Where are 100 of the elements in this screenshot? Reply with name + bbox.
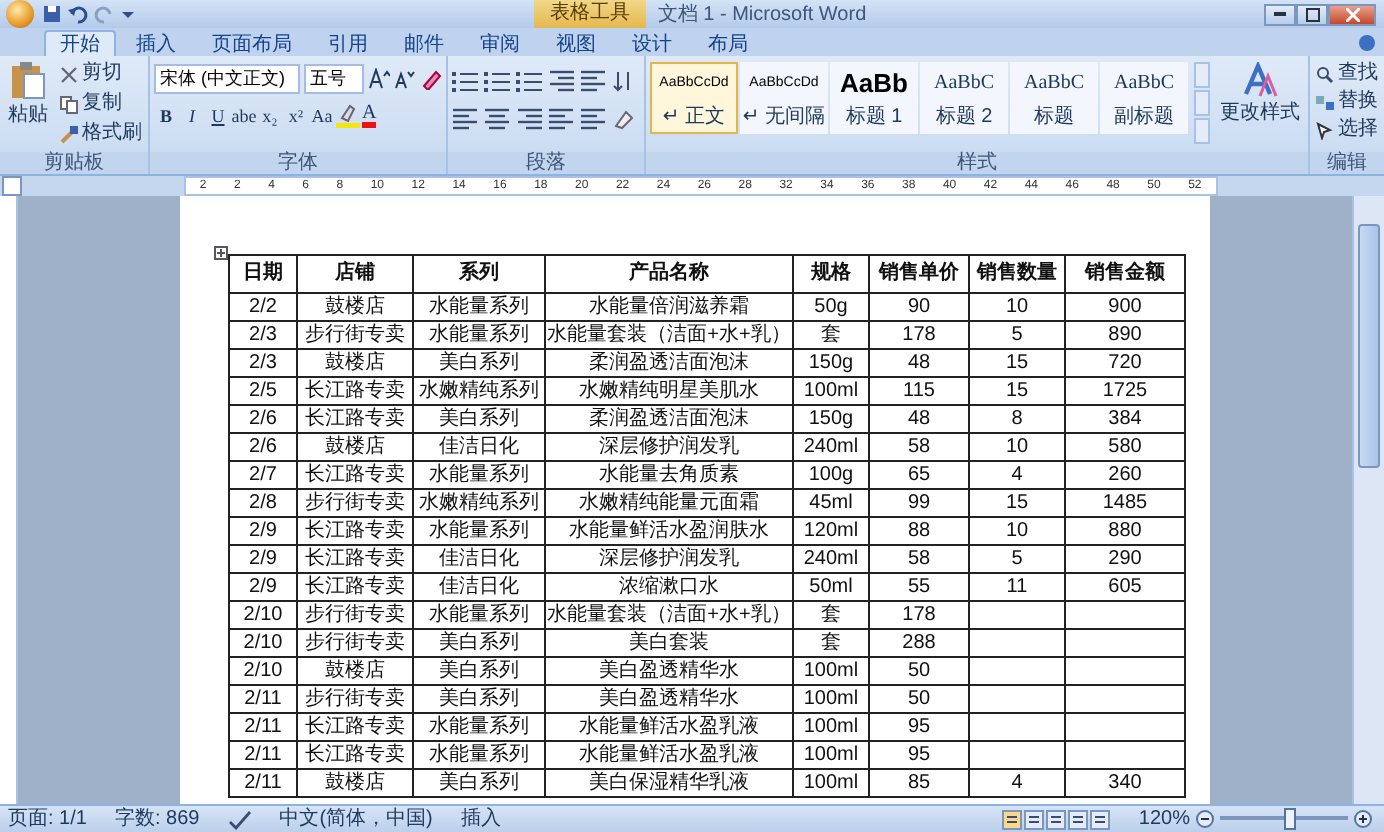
style-gallery-item[interactable]: AaBbC 标题 <box>1010 62 1098 134</box>
ruler-toggle[interactable] <box>2 176 22 196</box>
vertical-scrollbar[interactable] <box>1352 196 1384 804</box>
move-handle-icon[interactable] <box>214 246 228 260</box>
table-cell: 长江路专卖 <box>297 461 413 489</box>
search-icon <box>1316 65 1334 83</box>
ribbon-tab[interactable]: 页面布局 <box>196 30 308 56</box>
table-cell: 340 <box>1065 769 1185 797</box>
format-button[interactable]: x₂ <box>258 102 282 128</box>
language-indicator[interactable]: 中文(简体，中国) <box>279 807 433 831</box>
table-cell: 100ml <box>793 769 869 797</box>
table-cell: 鼓楼店 <box>297 657 413 685</box>
table-cell: 1725 <box>1065 377 1185 405</box>
table-cell: 美白盈透精华水 <box>545 657 793 685</box>
ribbon-tab[interactable]: 审阅 <box>464 30 536 56</box>
word-count[interactable]: 字数: 869 <box>114 807 200 831</box>
table-cell: 900 <box>1065 293 1185 321</box>
table-cell: 步行街专卖 <box>297 321 413 349</box>
zoom-level[interactable]: 120% <box>1138 807 1190 831</box>
font-name-field[interactable]: 宋体 (中文正文) <box>154 64 300 94</box>
format-button[interactable]: I <box>180 102 204 128</box>
table-cell: 240ml <box>793 545 869 573</box>
ribbon-tab[interactable]: 邮件 <box>388 30 460 56</box>
bullet-list-icon[interactable] <box>452 70 478 92</box>
minimize-icon <box>1274 11 1286 17</box>
minimize-button[interactable] <box>1264 3 1296 25</box>
highlight-icon[interactable] <box>336 103 360 127</box>
table-cell: 2/11 <box>229 685 297 713</box>
clipboard-button[interactable]: 格式刷 <box>58 120 144 148</box>
web-layout-icon[interactable] <box>1046 809 1067 829</box>
style-gallery-item[interactable]: AaBbC 副标题 <box>1100 62 1188 134</box>
shrink-font-icon[interactable] <box>394 68 416 90</box>
font-size-field[interactable]: 五号 <box>303 64 364 94</box>
table-cell: 佳洁日化 <box>413 433 545 461</box>
shading-icon[interactable] <box>612 108 634 130</box>
insert-mode[interactable]: 插入 <box>460 807 501 831</box>
ribbon-tab[interactable]: 开始 <box>44 30 116 56</box>
multilevel-list-icon[interactable] <box>516 70 542 92</box>
page-count[interactable]: 页面: 1/1 <box>8 807 87 831</box>
format-button[interactable]: Aa <box>310 102 334 128</box>
ribbon-tab[interactable]: 设计 <box>616 30 688 56</box>
table-cell: 水能量系列 <box>413 713 545 741</box>
grow-font-icon[interactable] <box>368 68 390 90</box>
table-cell: 套 <box>793 629 869 657</box>
justify-icon[interactable] <box>548 108 574 130</box>
format-button[interactable]: U <box>206 102 230 128</box>
save-icon[interactable] <box>42 4 62 24</box>
sort-icon[interactable] <box>612 70 634 92</box>
table-cell: 2/9 <box>229 517 297 545</box>
format-button[interactable]: abe <box>232 102 256 128</box>
proofing-icon[interactable] <box>227 809 252 829</box>
paste-button[interactable]: 粘贴 <box>4 60 52 152</box>
ribbon-tab[interactable]: 插入 <box>120 30 192 56</box>
align-center-icon[interactable] <box>484 108 510 130</box>
style-gallery-item[interactable]: AaBb 标题 1 <box>830 62 918 134</box>
maximize-button[interactable] <box>1296 3 1328 25</box>
font-color-button[interactable]: A <box>362 103 377 127</box>
align-left-icon[interactable] <box>452 108 478 130</box>
table-cell: 佳洁日化 <box>413 545 545 573</box>
format-button[interactable]: x² <box>284 102 308 128</box>
help-icon[interactable] <box>1358 33 1376 51</box>
editing-button[interactable]: 选择 <box>1314 116 1380 144</box>
editing-button[interactable]: 替换 <box>1314 88 1380 116</box>
undo-icon[interactable] <box>68 4 88 24</box>
ribbon-tab[interactable]: 视图 <box>540 30 612 56</box>
clipboard-button[interactable]: 剪切 <box>58 60 144 88</box>
table-cell: 10 <box>969 293 1065 321</box>
clear-format-icon[interactable] <box>420 68 442 90</box>
table-cell: 长江路专卖 <box>297 517 413 545</box>
style-gallery-item[interactable]: AaBbC 标题 2 <box>920 62 1008 134</box>
outline-icon[interactable] <box>1068 809 1089 829</box>
editing-button[interactable]: 查找 <box>1314 60 1380 88</box>
table-cell: 美白系列 <box>413 349 545 377</box>
align-right-icon[interactable] <box>516 108 542 130</box>
table-cell: 水能量系列 <box>413 741 545 769</box>
close-button[interactable] <box>1328 3 1376 25</box>
table-cell: 2/10 <box>229 601 297 629</box>
format-button[interactable]: B <box>154 102 178 128</box>
table-cell: 1485 <box>1065 489 1185 517</box>
ribbon-tab[interactable]: 布局 <box>692 30 764 56</box>
draft-icon[interactable] <box>1090 809 1111 829</box>
table-cell: 15 <box>969 489 1065 517</box>
numbered-list-icon[interactable] <box>484 70 510 92</box>
table-cell: 2/11 <box>229 741 297 769</box>
clipboard-button[interactable]: 复制 <box>58 90 144 118</box>
column-header: 销售数量 <box>969 255 1065 293</box>
table-cell: 水能量去角质素 <box>545 461 793 489</box>
print-layout-icon[interactable] <box>1002 809 1023 829</box>
table-cell: 美白系列 <box>413 769 545 797</box>
ribbon-tab[interactable]: 引用 <box>312 30 384 56</box>
change-styles-button[interactable]: 更改样式 <box>1216 62 1304 152</box>
table-cell: 水能量鲜活水盈乳液 <box>545 713 793 741</box>
table-cell: 4 <box>969 769 1065 797</box>
table-cell: 100ml <box>793 741 869 769</box>
zoom-out-icon[interactable] <box>1196 810 1214 828</box>
zoom-in-icon[interactable] <box>1354 810 1372 828</box>
full-screen-icon[interactable] <box>1024 809 1045 829</box>
table-cell: 水能量鲜活水盈乳液 <box>545 741 793 769</box>
table-cell: 120ml <box>793 517 869 545</box>
cut-icon <box>60 65 78 83</box>
